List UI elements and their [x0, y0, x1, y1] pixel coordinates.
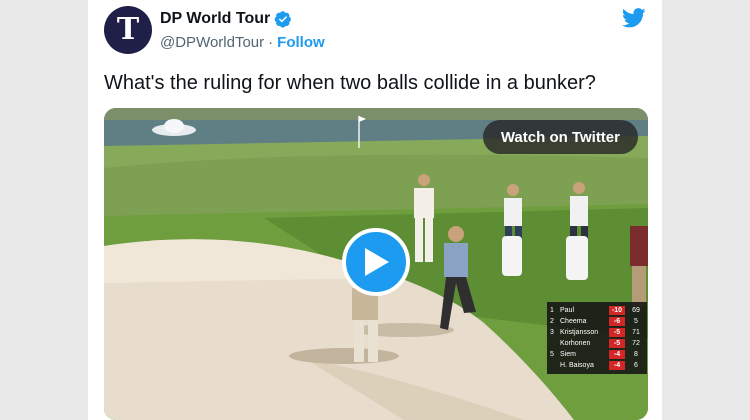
verified-badge-icon	[274, 11, 292, 28]
tweet-card: T DP World Tour @DPWorldTour · Follow Wh…	[88, 0, 662, 420]
leaderboard-score: -4	[609, 361, 625, 370]
handle-row: @DPWorldTour · Follow	[160, 34, 325, 51]
leaderboard-round: 69	[632, 307, 640, 314]
leaderboard-overlay: 1 Paul -10 69 2 Cheema -6 5 3 Kristjanss…	[547, 302, 647, 374]
leaderboard-score: -5	[609, 339, 625, 348]
avatar-letter: T	[116, 12, 140, 47]
leaderboard-round: 71	[632, 329, 640, 336]
play-button[interactable]	[342, 228, 410, 296]
leaderboard-row: 5 Siem -4 8	[550, 349, 644, 360]
leaderboard-position: 5	[550, 351, 554, 358]
leaderboard-player: Kristjansson	[560, 329, 599, 336]
leaderboard-round: 72	[632, 340, 640, 347]
leaderboard-row: Korhonen -5 72	[550, 338, 644, 349]
leaderboard-position: 2	[550, 318, 554, 325]
leaderboard-round: 6	[634, 362, 638, 369]
leaderboard-row: H. Baisoya -4 6	[550, 360, 644, 371]
leaderboard-player: Paul	[560, 307, 575, 314]
separator-dot: ·	[268, 34, 274, 51]
twitter-bird-icon[interactable]	[622, 8, 646, 28]
leaderboard-position: 1	[550, 307, 554, 314]
tweet-text: What's the ruling for when two balls col…	[104, 72, 596, 94]
leaderboard-row: 3 Kristjansson -5 71	[550, 327, 644, 338]
watch-on-twitter-button[interactable]: Watch on Twitter	[482, 120, 638, 154]
display-name[interactable]: DP World Tour	[160, 10, 270, 28]
leaderboard-player: Korhonen	[560, 340, 591, 347]
leaderboard-round: 8	[634, 351, 638, 358]
play-icon	[365, 248, 389, 276]
leaderboard-player: Cheema	[560, 318, 587, 325]
leaderboard-row: 1 Paul -10 69	[550, 305, 644, 316]
leaderboard-score: -5	[609, 328, 625, 337]
follow-button[interactable]: Follow	[277, 34, 325, 51]
leaderboard-row: 2 Cheema -6 5	[550, 316, 644, 327]
leaderboard-score: -4	[609, 350, 625, 359]
video-player[interactable]: Watch on Twitter 1 Paul -10 69 2 Cheema …	[104, 108, 648, 420]
leaderboard-score: -10	[609, 306, 625, 315]
leaderboard-player: Siem	[560, 351, 576, 358]
handle[interactable]: @DPWorldTour	[160, 34, 264, 51]
leaderboard-position: 3	[550, 329, 554, 336]
leaderboard-round: 5	[634, 318, 638, 325]
name-row: DP World Tour	[160, 10, 292, 28]
avatar[interactable]: T	[104, 6, 152, 54]
leaderboard-player: H. Baisoya	[560, 362, 594, 369]
leaderboard-score: -6	[609, 317, 625, 326]
